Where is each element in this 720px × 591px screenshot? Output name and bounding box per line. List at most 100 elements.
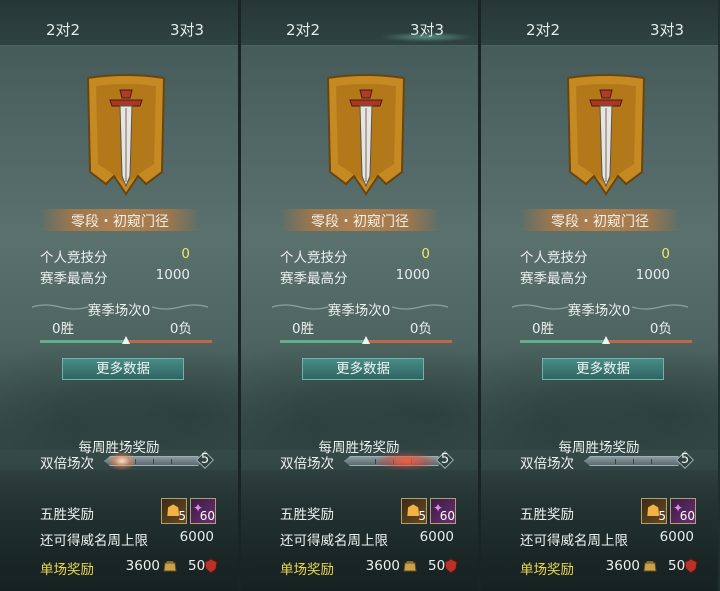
- bar-divider: [633, 459, 634, 464]
- single-match-reward-label: 单场奖励: [280, 562, 334, 578]
- single-reward-value-2: 50: [668, 558, 686, 574]
- purple-rune-icon[interactable]: ✦ 60: [190, 498, 216, 524]
- panel-divider: [238, 0, 241, 591]
- rank-banner-sword-icon: [326, 74, 406, 196]
- panel-divider: [478, 0, 481, 591]
- single-reward-value-2: 50: [428, 558, 446, 574]
- double-matches-glow: [108, 452, 136, 470]
- rank-title: 零段・初窥门径: [551, 214, 649, 230]
- item-count: 5: [178, 509, 186, 523]
- weekly-cap-value: 6000: [659, 529, 694, 545]
- single-reward-value-1: 3600: [605, 558, 640, 574]
- win-segment: [40, 340, 126, 343]
- mode-tabs: 2对2 3对3: [240, 0, 478, 46]
- item-count: 60: [199, 509, 215, 523]
- right-cloud-ornament-icon: [151, 304, 209, 310]
- personal-score-label: 个人竞技分: [280, 250, 348, 266]
- bar-divider: [171, 459, 172, 464]
- single-reward-value-1: 3600: [365, 558, 400, 574]
- rank-banner-sword-icon: [566, 74, 646, 196]
- season-high-label: 赛季最高分: [520, 271, 588, 287]
- loss-segment: [606, 340, 692, 343]
- losses-count: 0负: [169, 321, 192, 337]
- mode-tabs: 2对2 3对3: [0, 0, 238, 46]
- season-high-label: 赛季最高分: [280, 271, 348, 287]
- gold-rune-icon[interactable]: ☗ 5: [641, 498, 667, 524]
- arena-panel: 2对2 3对3 零段・初窥门径 个人竞技分 0 赛季最高分 1000 赛季场次0…: [0, 0, 238, 591]
- double-matches-label: 双倍场次: [280, 456, 334, 472]
- item-count: 60: [439, 509, 455, 523]
- single-reward-value-1: 3600: [125, 558, 160, 574]
- weekly-cap-value: 6000: [179, 529, 214, 545]
- red-shield-icon: [684, 558, 698, 574]
- double-matches-glow: [376, 452, 436, 470]
- purple-rune-icon[interactable]: ✦ 60: [670, 498, 696, 524]
- five-win-reward-label: 五胜奖励: [520, 507, 574, 523]
- mountain-backdrop: [0, 330, 238, 450]
- win-segment: [520, 340, 606, 343]
- double-matches-label: 双倍场次: [40, 456, 94, 472]
- bar-divider: [651, 459, 652, 464]
- arena-panels: 2对2 3对3 零段・初窥门径 个人竞技分 0 赛季最高分 1000 赛季场次0…: [0, 0, 720, 591]
- tab-3v3[interactable]: 3对3: [170, 0, 204, 46]
- purple-rune-icon[interactable]: ✦ 60: [430, 498, 456, 524]
- losses-count: 0负: [649, 321, 672, 337]
- tab-2v2[interactable]: 2对2: [286, 0, 320, 46]
- rank-title: 零段・初窥门径: [71, 214, 169, 230]
- item-count: 60: [679, 509, 695, 523]
- rank-banner-sword-icon: [86, 74, 166, 196]
- double-matches-bar: [584, 456, 684, 466]
- more-data-button[interactable]: 更多数据: [62, 358, 184, 380]
- mountain-backdrop: [480, 330, 718, 450]
- more-data-button[interactable]: 更多数据: [302, 358, 424, 380]
- personal-score-label: 个人竞技分: [40, 250, 108, 266]
- rank-title-ribbon: 零段・初窥门径: [280, 205, 440, 233]
- mode-tabs: 2对2 3对3: [480, 0, 718, 46]
- wins-count: 0胜: [52, 321, 75, 337]
- arena-panel: 2对2 3对3 零段・初窥门径 个人竞技分 0 赛季最高分 1000 赛季场次0…: [480, 0, 718, 591]
- tab-2v2[interactable]: 2对2: [526, 0, 560, 46]
- personal-score-value: 0: [181, 246, 190, 262]
- weekly-cap-label: 还可得威名周上限: [520, 533, 628, 549]
- item-count: 5: [658, 509, 666, 523]
- bar-divider: [615, 459, 616, 464]
- single-reward-value-2: 50: [188, 558, 206, 574]
- right-cloud-ornament-icon: [631, 304, 689, 310]
- red-shield-icon: [204, 558, 218, 574]
- weekly-cap-label: 还可得威名周上限: [280, 533, 388, 549]
- weekly-cap-label: 还可得威名周上限: [40, 533, 148, 549]
- mountain-backdrop: [240, 330, 478, 450]
- more-data-button[interactable]: 更多数据: [542, 358, 664, 380]
- season-high-value: 1000: [395, 267, 430, 283]
- losses-count: 0负: [409, 321, 432, 337]
- tab-2v2[interactable]: 2对2: [46, 0, 80, 46]
- single-match-reward-label: 单场奖励: [40, 562, 94, 578]
- tab-3v3[interactable]: 3对3: [379, 0, 475, 46]
- arena-panel: 2对2 3对3 零段・初窥门径 个人竞技分 0 赛季最高分 1000 赛季场次0…: [240, 0, 478, 591]
- gold-rune-icon[interactable]: ☗ 5: [161, 498, 187, 524]
- personal-score-label: 个人竞技分: [520, 250, 588, 266]
- season-high-value: 1000: [635, 267, 670, 283]
- personal-score-value: 0: [661, 246, 670, 262]
- five-win-reward-label: 五胜奖励: [40, 507, 94, 523]
- win-loss-marker: [602, 336, 610, 344]
- five-win-reward-label: 五胜奖励: [280, 507, 334, 523]
- rank-title: 零段・初窥门径: [311, 214, 409, 230]
- single-match-reward-label: 单场奖励: [520, 562, 574, 578]
- tab-3v3[interactable]: 3对3: [650, 0, 684, 46]
- double-matches-label: 双倍场次: [520, 456, 574, 472]
- coin-pouch-icon: [163, 561, 177, 572]
- win-loss-marker: [122, 336, 130, 344]
- win-segment: [280, 340, 366, 343]
- rank-title-ribbon: 零段・初窥门径: [520, 205, 680, 233]
- bar-divider: [153, 459, 154, 464]
- gold-rune-icon[interactable]: ☗ 5: [401, 498, 427, 524]
- wins-count: 0胜: [532, 321, 555, 337]
- season-high-value: 1000: [155, 267, 190, 283]
- loss-segment: [366, 340, 452, 343]
- double-matches-count: 5: [440, 452, 450, 467]
- win-loss-marker: [362, 336, 370, 344]
- weekly-cap-value: 6000: [419, 529, 454, 545]
- loss-segment: [126, 340, 212, 343]
- item-count: 5: [418, 509, 426, 523]
